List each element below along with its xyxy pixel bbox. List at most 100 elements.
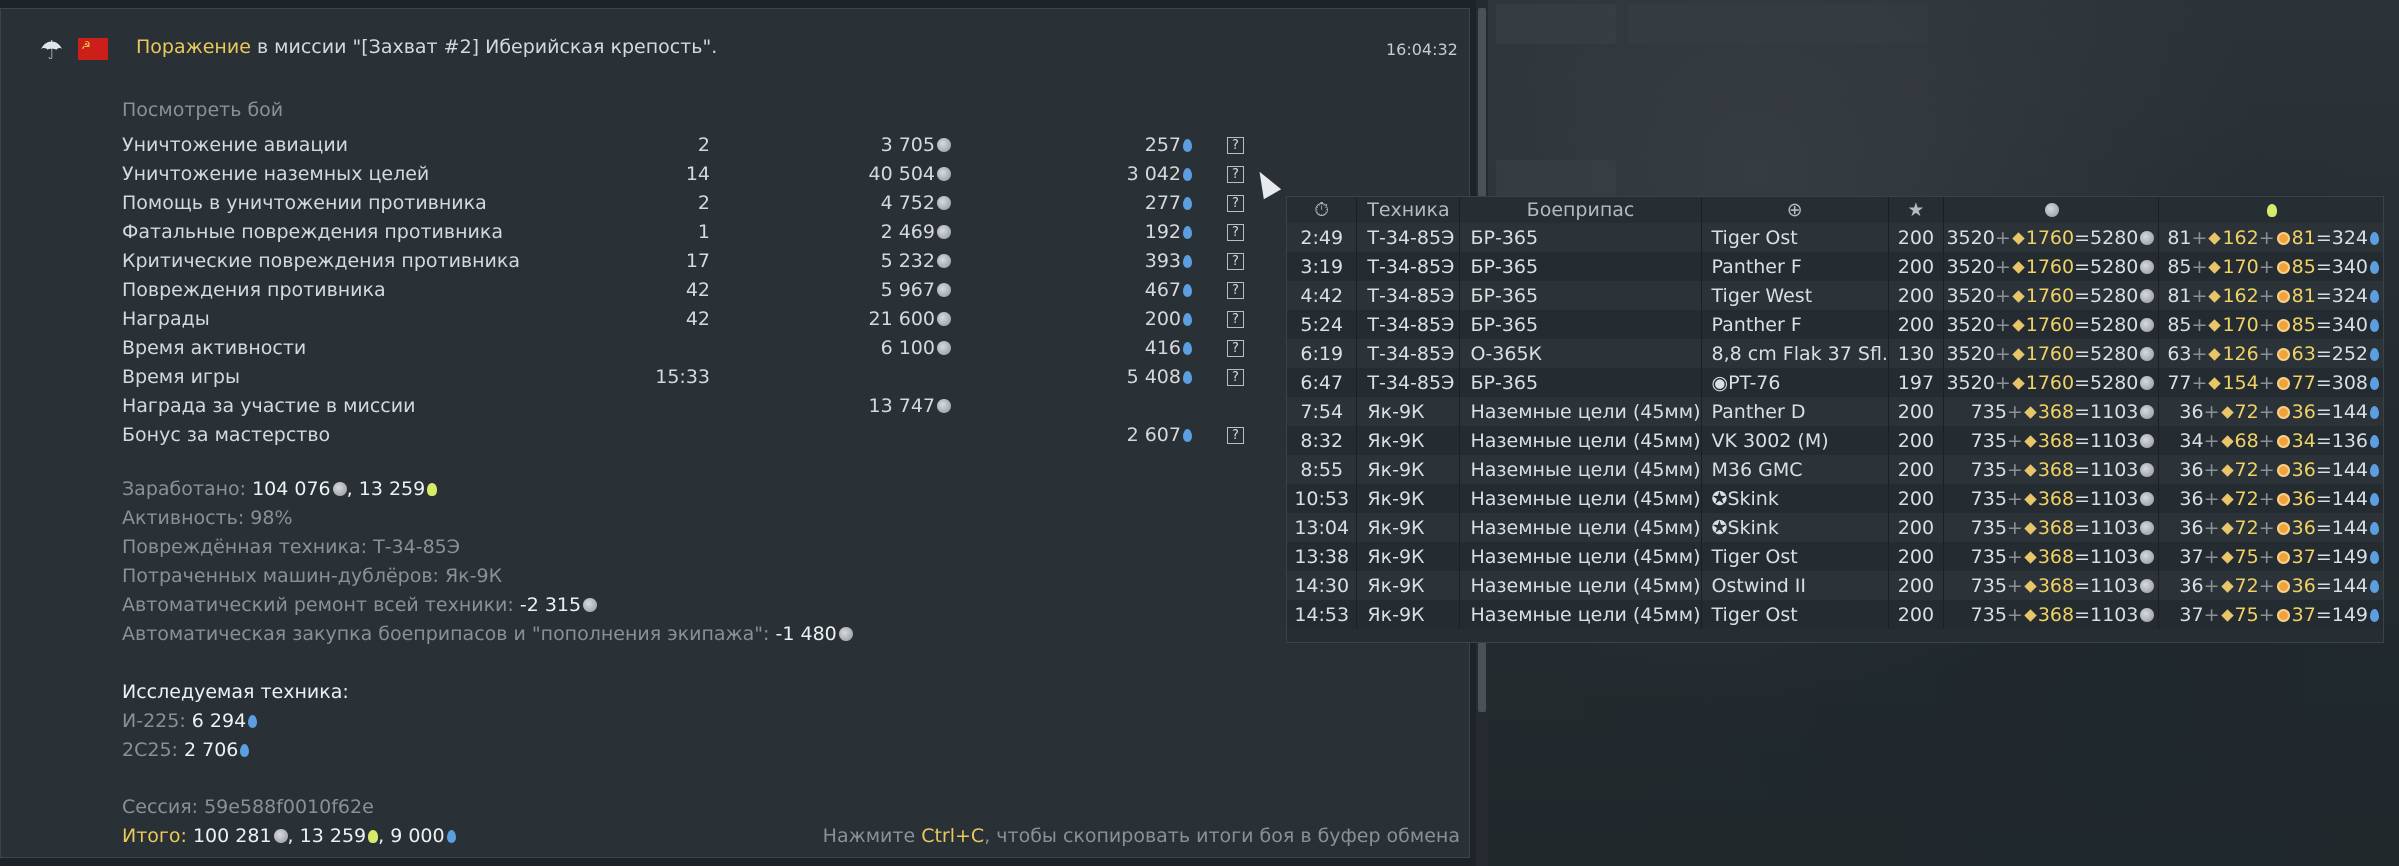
reward-sl-value: 5 967 <box>880 279 935 301</box>
booster-icon <box>2276 260 2290 274</box>
sl-total: 5280 <box>2090 284 2139 307</box>
rp-bonus: 126 <box>2222 342 2259 365</box>
total-label: Итого: <box>122 825 187 847</box>
help-button[interactable]: ? <box>1227 340 1244 357</box>
background-shape <box>1496 160 1616 196</box>
kill-row: 8:32 Як-9К Наземные цели (45мм) VK 3002 (M)… <box>1287 426 2383 455</box>
col-score: ★ <box>1888 197 1944 223</box>
rp-total: 308 <box>2331 371 2368 394</box>
target-name: Skink <box>1727 516 1779 539</box>
kill-sl: 735+ 368=1103 <box>1943 426 2160 455</box>
rp-base: 36 <box>2179 400 2204 423</box>
total-sl: 100 281 <box>192 825 272 847</box>
kill-row: 6:19 Т-34-85Э О-365К 8,8 cm Flak 37 Sfl. 130… <box>1287 339 2383 368</box>
rp-base: 85 <box>2167 313 2192 336</box>
col-ammo: Боеприпас <box>1459 197 1702 223</box>
view-battle-link[interactable]: Посмотреть бой <box>122 99 283 121</box>
reward-label: Время игры <box>122 366 240 388</box>
kill-row: 13:04 Як-9К Наземные цели (45мм) ✪Skink 200 7… <box>1287 513 2383 542</box>
sl-bonus: 1760 <box>2025 342 2075 365</box>
reward-sl-value: 3 705 <box>880 134 935 156</box>
silver-lion-icon <box>937 196 951 210</box>
research-item-name: И-225: <box>122 710 186 732</box>
damaged-vehicle-line: Повреждённая техника: Т-34-85Э <box>122 536 461 558</box>
kill-rp: 34+ 68+ 34=136 <box>2158 426 2383 455</box>
help-button[interactable]: ? <box>1227 282 1244 299</box>
help-button[interactable]: ? <box>1227 195 1244 212</box>
premium-bonus-icon <box>2012 231 2025 245</box>
kill-vehicle: Як-9К <box>1356 397 1461 426</box>
reward-sl-value: 40 504 <box>868 163 935 185</box>
kill-sl: 3520+ 1760=5280 <box>1943 223 2160 252</box>
booster-icon <box>2276 463 2290 477</box>
kill-ammo: О-365К <box>1459 339 1702 368</box>
kill-vehicle: Як-9К <box>1356 600 1461 629</box>
sl-bonus: 1760 <box>2025 284 2075 307</box>
premium-bonus-icon <box>2220 463 2234 477</box>
premium-bonus-icon <box>2024 434 2037 448</box>
kill-target: Panther F <box>1701 310 1889 339</box>
reward-rp: 467 <box>1145 279 1192 301</box>
kill-row: 2:49 Т-34-85Э БР-365 Tiger Ost 200 3520+ 1760=… <box>1287 223 2383 252</box>
silver-lion-icon <box>937 138 951 152</box>
target-name: Skink <box>1727 487 1779 510</box>
silver-lion-icon <box>2140 375 2155 390</box>
help-button[interactable]: ? <box>1227 253 1244 270</box>
reward-count: 2 <box>697 192 710 214</box>
sl-bonus: 368 <box>2037 603 2075 626</box>
sl-bonus: 368 <box>2037 545 2075 568</box>
target-mark-icon: ✪ <box>1711 516 1728 539</box>
kill-vehicle: Т-34-85Э <box>1356 339 1461 368</box>
kill-ammo: БР-365 <box>1459 281 1702 310</box>
kill-ammo: БР-365 <box>1459 368 1702 397</box>
kill-time: 4:42 <box>1287 281 1358 310</box>
kill-score: 200 <box>1888 513 1944 542</box>
premium-bonus-icon <box>2024 579 2037 593</box>
reward-sl: 6 100 <box>881 337 951 359</box>
sl-base: 3520 <box>1946 313 1995 336</box>
repair-line: Автоматический ремонт всей техники: -2 3… <box>122 594 598 616</box>
kill-sl: 3520+ 1760=5280 <box>1943 339 2160 368</box>
kill-vehicle: Т-34-85Э <box>1356 252 1461 281</box>
kill-target: Tiger Ost <box>1701 600 1889 629</box>
research-points-icon <box>2370 434 2379 448</box>
rp-booster: 36 <box>2291 400 2316 423</box>
target-name: Tiger West <box>1711 284 1813 307</box>
rp-booster: 63 <box>2291 342 2316 365</box>
reward-label: Бонус за мастерство <box>122 424 331 446</box>
kill-row: 10:53 Як-9К Наземные цели (45мм) ✪Skink 200 7… <box>1287 484 2383 513</box>
reward-rp: 192 <box>1145 221 1192 243</box>
help-button[interactable]: ? <box>1227 369 1244 386</box>
kill-time: 7:54 <box>1287 397 1358 426</box>
help-button[interactable]: ? <box>1227 224 1244 241</box>
kill-rp: 77+ 154+ 77=308 <box>2158 368 2383 397</box>
sl-bonus: 1760 <box>2025 371 2075 394</box>
reward-rp-value: 416 <box>1144 337 1181 359</box>
parachute-icon: ☂ <box>40 36 64 66</box>
repair-label: Автоматический ремонт всей техники: <box>122 594 514 616</box>
help-button[interactable]: ? <box>1227 166 1244 183</box>
reward-rp-value: 393 <box>1144 250 1181 272</box>
silver-lion-icon <box>583 598 598 612</box>
research-points-icon <box>2370 231 2379 245</box>
help-button[interactable]: ? <box>1227 427 1244 444</box>
sl-base: 3520 <box>1946 371 1995 394</box>
silver-lion-icon <box>937 167 951 181</box>
silver-lion-icon <box>273 829 288 843</box>
rp-total: 340 <box>2331 255 2368 278</box>
kill-vehicle: Т-34-85Э <box>1356 223 1461 252</box>
target-name: Tiger Ost <box>1711 545 1798 568</box>
premium-bonus-icon <box>2208 260 2222 274</box>
premium-bonus-icon <box>2024 550 2037 564</box>
rp-base: 36 <box>2179 516 2204 539</box>
kill-rp: 85+ 170+ 85=340 <box>2158 310 2383 339</box>
earned-sl: 104 076 <box>252 478 331 500</box>
help-button[interactable]: ? <box>1227 311 1244 328</box>
kill-target: 8,8 cm Flak 37 Sfl. <box>1701 339 1889 368</box>
kill-ammo: Наземные цели (45мм) <box>1459 542 1702 571</box>
kill-ammo: Наземные цели (45мм) <box>1459 397 1702 426</box>
research-bulb-icon <box>427 483 438 496</box>
research-points-icon <box>2370 463 2379 477</box>
kill-rp: 36+ 72+ 36=144 <box>2158 397 2383 426</box>
help-button[interactable]: ? <box>1227 137 1244 154</box>
